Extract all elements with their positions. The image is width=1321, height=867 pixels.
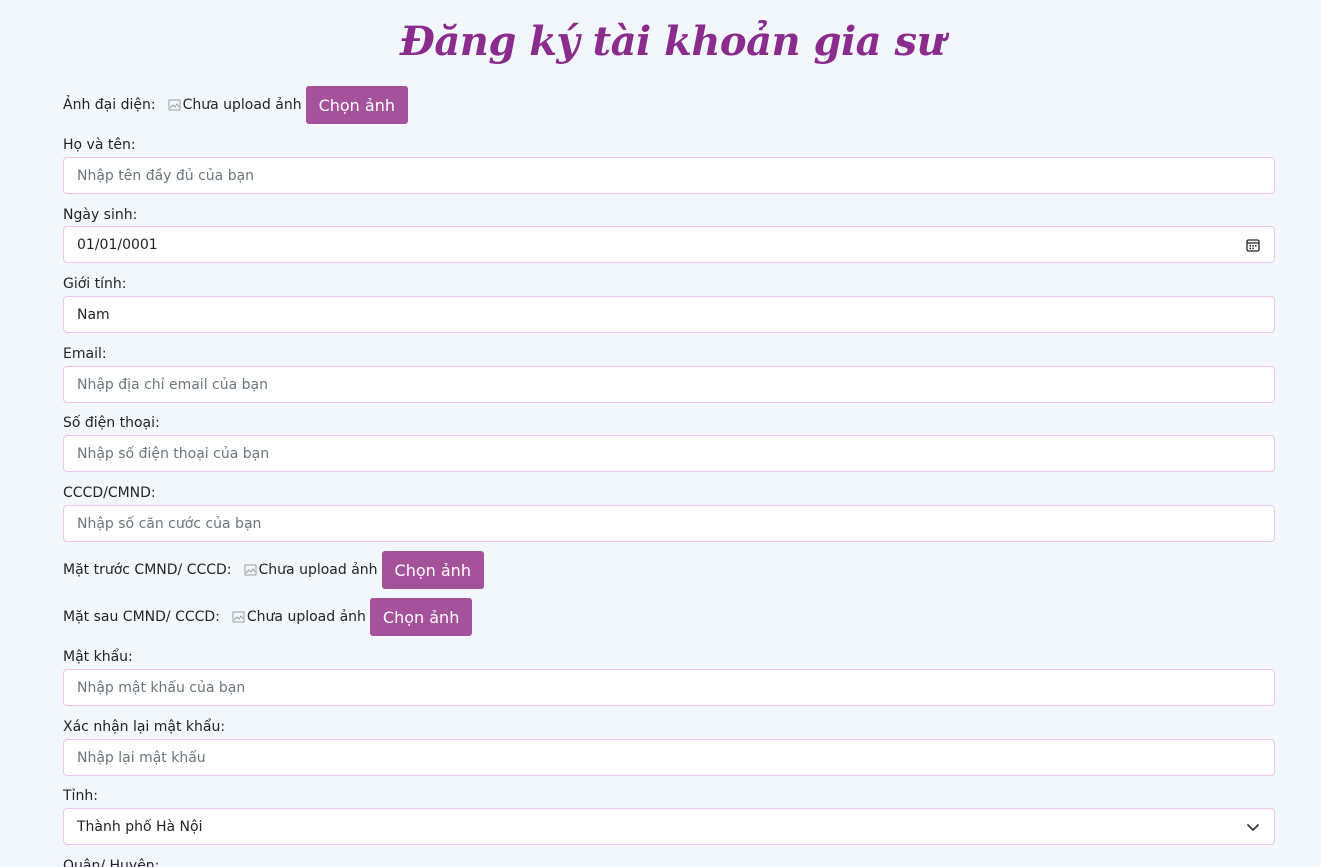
broken-image-icon bbox=[168, 98, 182, 112]
id-front-choose-button[interactable]: Chọn ảnh bbox=[381, 551, 484, 589]
confirm-password-input[interactable] bbox=[63, 739, 1275, 776]
avatar-preview-alt: Chưa upload ảnh bbox=[182, 97, 302, 113]
cccd-label: CCCD/CMND: bbox=[63, 485, 156, 501]
id-front-preview-alt: Chưa upload ảnh bbox=[258, 562, 378, 578]
confirm-password-label: Xác nhận lại mật khẩu: bbox=[63, 719, 226, 735]
id-back-preview: Chưa upload ảnh bbox=[232, 609, 366, 625]
fullname-label: Họ và tên: bbox=[63, 137, 136, 153]
email-label: Email: bbox=[63, 346, 107, 362]
gender-select[interactable]: Nam bbox=[63, 296, 1275, 333]
broken-image-icon bbox=[244, 563, 258, 577]
password-label: Mật khẩu: bbox=[63, 649, 133, 665]
avatar-upload-row: Ảnh đại diện: Chưa upload ảnh Chọn ảnh bbox=[63, 86, 408, 124]
gender-label: Giới tính: bbox=[63, 276, 127, 292]
id-back-preview-alt: Chưa upload ảnh bbox=[246, 609, 366, 625]
id-back-upload-row: Mặt sau CMND/ CCCD: Chưa upload ảnh Chọn… bbox=[63, 598, 473, 636]
avatar-choose-button[interactable]: Chọn ảnh bbox=[305, 86, 408, 124]
cccd-input[interactable] bbox=[63, 505, 1275, 542]
avatar-label: Ảnh đại diện: bbox=[63, 97, 156, 113]
id-back-label: Mặt sau CMND/ CCCD: bbox=[63, 609, 220, 625]
email-input[interactable] bbox=[63, 366, 1275, 403]
phone-input[interactable] bbox=[63, 435, 1275, 472]
province-label: Tỉnh: bbox=[63, 788, 98, 804]
id-front-preview: Chưa upload ảnh bbox=[244, 562, 378, 578]
registration-page: Đăng ký tài khoản gia sư Ảnh đại diện: C… bbox=[0, 0, 1321, 867]
id-front-upload-row: Mặt trước CMND/ CCCD: Chưa upload ảnh Ch… bbox=[63, 551, 484, 589]
province-select[interactable]: Thành phố Hà Nội bbox=[63, 808, 1275, 845]
birthday-value: 01/01/0001 bbox=[77, 236, 158, 253]
phone-label: Số điện thoại: bbox=[63, 415, 160, 431]
fullname-input[interactable] bbox=[63, 157, 1275, 194]
district-label: Quận/ Huyện: bbox=[63, 858, 160, 867]
password-input[interactable] bbox=[63, 669, 1275, 706]
birthday-label: Ngày sinh: bbox=[63, 207, 138, 223]
birthday-input[interactable]: 01/01/0001 bbox=[63, 226, 1275, 263]
page-title: Đăng ký tài khoản gia sư bbox=[399, 18, 946, 65]
broken-image-icon bbox=[232, 610, 246, 624]
gender-value: Nam bbox=[77, 306, 110, 323]
id-back-choose-button[interactable]: Chọn ảnh bbox=[369, 598, 473, 636]
avatar-preview: Chưa upload ảnh bbox=[168, 97, 302, 113]
id-front-label: Mặt trước CMND/ CCCD: bbox=[63, 562, 232, 578]
province-value: Thành phố Hà Nội bbox=[77, 818, 203, 835]
calendar-icon[interactable] bbox=[1245, 237, 1261, 253]
chevron-down-icon bbox=[1245, 819, 1261, 835]
